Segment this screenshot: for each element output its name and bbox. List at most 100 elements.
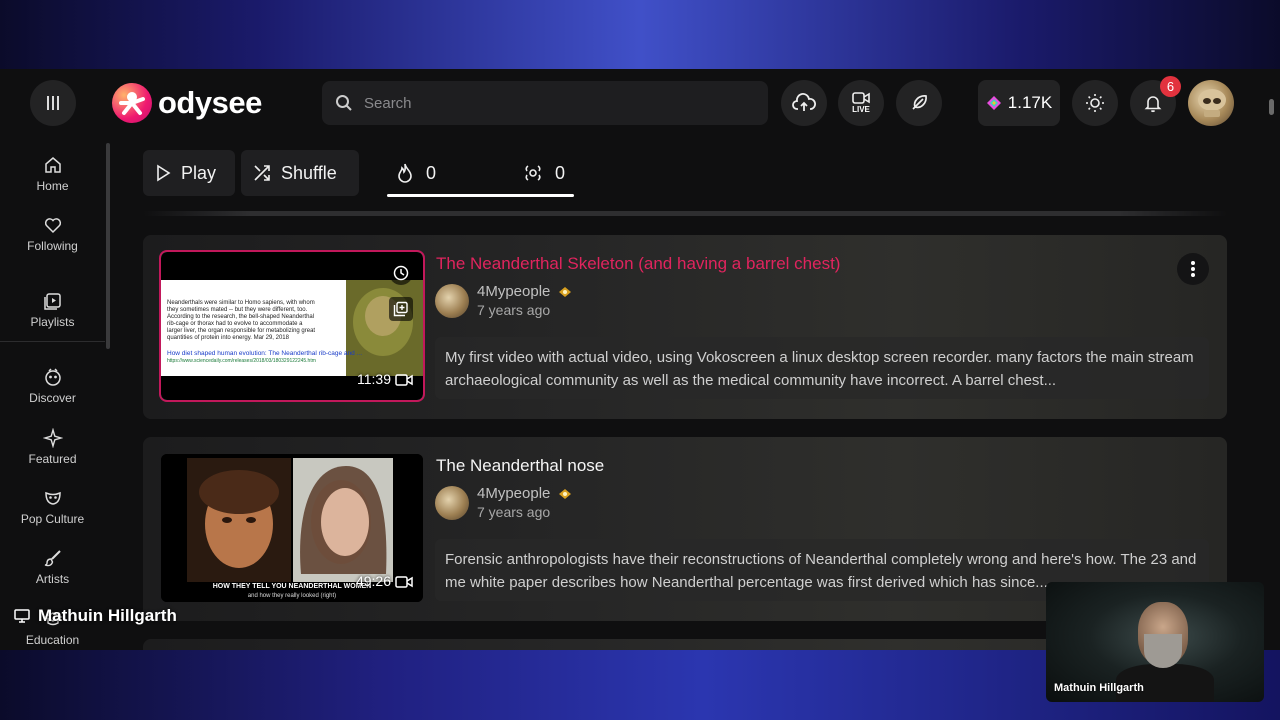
- stream-name-overlay: Mathuin Hillgarth: [14, 606, 177, 626]
- search-icon: [334, 93, 354, 113]
- add-to-playlist-button[interactable]: [389, 297, 413, 321]
- channel-name[interactable]: 4Mypeople: [477, 485, 572, 502]
- new-post-button[interactable]: [896, 80, 942, 126]
- bell-icon: [1144, 96, 1162, 113]
- video-card[interactable]: Neanderthals were similar to Homo sapien…: [143, 235, 1227, 419]
- search-input[interactable]: [362, 93, 746, 113]
- video-thumbnail[interactable]: HOW THEY TELL YOU NEANDERTHAL WOMEN and …: [161, 454, 423, 602]
- slime-icon: [525, 165, 541, 181]
- sidebar-item-label: Education: [25, 633, 80, 647]
- go-live-button[interactable]: LIVE: [838, 80, 884, 126]
- home-icon: [44, 157, 61, 173]
- channel-info[interactable]: 4Mypeople 7 years ago: [435, 283, 572, 318]
- video-title[interactable]: The Neanderthal nose: [436, 456, 604, 476]
- sidebar-item-following[interactable]: Following: [0, 215, 105, 253]
- svg-text:larger liver, the organ respon: larger liver, the organ responsible for …: [167, 328, 315, 334]
- add-to-playlist-icon: [393, 301, 408, 317]
- sidebar-item-artists[interactable]: Artists: [0, 548, 105, 586]
- main-scrollbar[interactable]: [1269, 99, 1274, 115]
- sidebar-item-featured[interactable]: Featured: [0, 428, 105, 466]
- search-bar[interactable]: [322, 81, 768, 125]
- video-camera-icon: [852, 92, 870, 104]
- credits-amount: 1.17K: [1007, 93, 1053, 112]
- reaction-tab-underline: [387, 194, 574, 197]
- channel-info[interactable]: 4Mypeople 7 years ago: [435, 485, 572, 520]
- channel-avatar[interactable]: [435, 485, 469, 520]
- more-vertical-icon: [1191, 261, 1195, 277]
- odysee-app-window: odysee LIVE: [0, 69, 1280, 650]
- sun-icon: [1086, 94, 1104, 112]
- sidebar: Home Following Playlists Discover Featur…: [0, 137, 110, 650]
- sidebar-item-playlists[interactable]: Playlists: [0, 291, 105, 329]
- user-avatar[interactable]: [1188, 80, 1234, 126]
- sidebar-divider: [0, 341, 105, 342]
- shuffle-label: Shuffle: [281, 162, 337, 183]
- sidebar-item-label: Following: [27, 239, 78, 253]
- svg-text:According to the research, the: According to the research, the bell-shap…: [167, 314, 314, 320]
- skull-avatar-image: [1198, 89, 1226, 117]
- webcam-name-label: Mathuin Hillgarth: [1054, 682, 1144, 694]
- play-label: Play: [181, 162, 217, 183]
- brush-icon: [44, 550, 61, 567]
- odysee-logo-icon: [112, 83, 152, 123]
- feather-icon: [912, 95, 927, 110]
- live-label: LIVE: [852, 105, 870, 114]
- desktop-background-top: [0, 0, 1280, 69]
- odysee-logo[interactable]: odysee: [112, 83, 262, 123]
- sidebar-scrollbar[interactable]: [106, 143, 110, 349]
- channel-avatar[interactable]: [435, 283, 469, 318]
- sidebar-item-label: Home: [36, 179, 69, 193]
- channel-name[interactable]: 4Mypeople: [477, 283, 572, 300]
- menu-button[interactable]: [30, 80, 76, 126]
- video-description: My first video with actual video, using …: [435, 337, 1209, 399]
- wallet-balance-button[interactable]: 1.17K: [978, 80, 1060, 126]
- upload-age: 7 years ago: [477, 302, 551, 318]
- svg-text:How diet shaped human evolutio: How diet shaped human evolution: The Nea…: [167, 350, 362, 357]
- webcam-person-beard: [1144, 634, 1182, 668]
- sidebar-item-label: Playlists: [30, 315, 75, 329]
- monitor-icon: [14, 609, 30, 623]
- fire-icon: [398, 163, 412, 183]
- channel-name-text: 4Mypeople: [477, 283, 551, 300]
- mask-icon: [44, 491, 61, 505]
- video-duration: 49:26: [355, 573, 391, 589]
- shuffle-icon: [254, 165, 270, 181]
- section-divider: [143, 211, 1227, 216]
- svg-text:quantities of protein into ene: quantities of protein into energy. Mar 2…: [167, 335, 290, 341]
- membership-badge-icon: [559, 488, 572, 499]
- fire-reaction-button[interactable]: 0: [396, 150, 436, 196]
- stream-name-text: Mathuin Hillgarth: [38, 606, 177, 625]
- more-options-button[interactable]: [1177, 253, 1209, 285]
- video-thumbnail[interactable]: Neanderthals were similar to Homo sapien…: [161, 252, 423, 400]
- sidebar-item-label: Artists: [35, 572, 70, 586]
- playlist-icon: [43, 293, 61, 310]
- video-type-icon: [395, 576, 413, 588]
- fire-count: 0: [426, 162, 437, 183]
- sidebar-item-label: Discover: [29, 391, 76, 405]
- sidebar-item-discover[interactable]: Discover: [0, 367, 105, 405]
- menu-icon: [47, 96, 59, 110]
- sidebar-item-label: Pop Culture: [20, 512, 85, 526]
- shuffle-button[interactable]: Shuffle: [241, 150, 359, 196]
- svg-text:rib-cage or thorax had to evol: rib-cage or thorax had to evolve to acco…: [167, 321, 303, 327]
- watch-later-button[interactable]: [389, 261, 413, 285]
- svg-text:HOW THEY TELL YOU NEANDERTHAL: HOW THEY TELL YOU NEANDERTHAL WOMEN: [213, 583, 372, 590]
- video-type-icon: [395, 374, 413, 386]
- sidebar-item-home[interactable]: Home: [0, 155, 105, 193]
- play-icon: [157, 164, 171, 182]
- sparkle-icon: [42, 428, 63, 448]
- theme-toggle-button[interactable]: [1072, 80, 1118, 126]
- clock-icon: [393, 265, 409, 281]
- svg-text:Neanderthals were similar to H: Neanderthals were similar to Homo sapien…: [167, 300, 315, 306]
- svg-text:https://www.sciencedaily.com/r: https://www.sciencedaily.com/releases/20…: [167, 358, 316, 364]
- play-button[interactable]: Play: [143, 150, 235, 196]
- upload-button[interactable]: [781, 80, 827, 126]
- logo-text: odysee: [158, 85, 262, 120]
- slime-reaction-button[interactable]: 0: [523, 150, 565, 196]
- sidebar-item-pop-culture[interactable]: Pop Culture: [0, 488, 105, 526]
- video-duration: 11:39: [357, 371, 391, 387]
- notification-count-badge: 6: [1160, 76, 1181, 97]
- membership-badge-icon: [559, 286, 572, 297]
- lbc-credits-icon: [986, 96, 1001, 110]
- video-title[interactable]: The Neanderthal Skeleton (and having a b…: [436, 254, 840, 274]
